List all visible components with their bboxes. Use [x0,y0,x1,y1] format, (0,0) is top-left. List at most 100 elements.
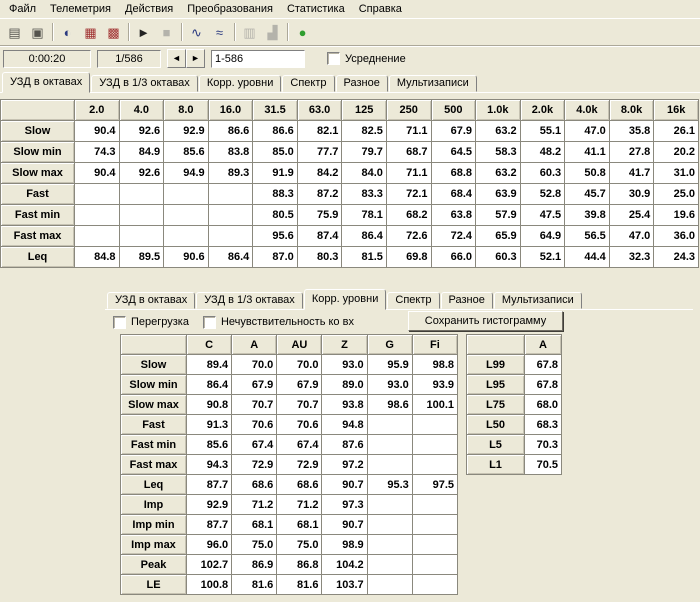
tab-corrected-levels[interactable]: Корр. уровни [304,289,387,310]
clock-icon[interactable]: ◐ [56,21,79,44]
next-record-button[interactable]: ► [186,49,205,68]
column-header: 2.0 [75,100,120,121]
corr-tab-strip: УЗД в октавахУЗД в 1/3 октавахКорр. уров… [105,288,693,310]
value-cell [164,205,209,226]
value-cell: 96.0 [187,535,232,555]
value-cell: 60.3 [476,247,521,268]
copy-icon[interactable]: ▣ [26,21,49,44]
range-input[interactable] [211,50,305,68]
main-tab-strip: УЗД в октавахУЗД в 1/3 октавахКорр. уров… [0,71,700,93]
value-cell: 70.6 [277,415,322,435]
row-label: Slow min [121,375,187,395]
table-row: Fast88.387.283.372.168.463.952.845.730.9… [1,184,699,205]
value-cell: 89.5 [119,247,164,268]
value-cell: 87.0 [253,247,298,268]
value-cell: 102.7 [187,555,232,575]
play-to-end-icon[interactable]: ► [132,21,155,44]
column-header: AU [277,335,322,355]
tab-misc[interactable]: Разное [336,75,388,92]
menu-help[interactable]: Справка [352,2,409,16]
value-cell: 63.2 [476,121,521,142]
column-header: Fi [412,335,457,355]
value-cell [208,205,253,226]
save-histogram-button[interactable]: Сохранить гистограмму [408,311,563,331]
value-cell: 27.8 [609,142,654,163]
value-cell: 70.0 [232,355,277,375]
averaging-label: Усреднение [345,53,406,65]
value-cell: 67.4 [232,435,277,455]
value-cell: 93.0 [322,355,367,375]
menu-statistics[interactable]: Статистика [280,2,352,16]
status-led-icon[interactable]: ● [291,21,314,44]
value-cell [119,205,164,226]
value-cell: 70.3 [525,435,562,455]
value-cell: 89.0 [322,375,367,395]
sine-wave-icon[interactable]: ∿ [185,21,208,44]
table-row: Slow89.470.070.093.095.998.8 [121,355,458,375]
toolbar-separator [52,23,53,41]
value-cell: 85.6 [187,435,232,455]
value-cell [367,555,412,575]
value-cell: 90.8 [187,395,232,415]
value-cell: 68.1 [277,515,322,535]
insensitivity-checkbox[interactable]: Нечувствительность ко вх [203,316,354,329]
open-document-icon[interactable]: ▤ [3,21,26,44]
menu-actions[interactable]: Действия [118,2,180,16]
tab-spl-third-octaves[interactable]: УЗД в 1/3 октавах [91,75,198,92]
checkbox-box-icon [327,52,340,65]
toolbar: ▤▣◐▦▩►■∿≈▥▟● [0,18,700,46]
tab-misc[interactable]: Разное [441,292,493,309]
tab-spectrum[interactable]: Спектр [387,292,439,309]
column-header: 250 [386,100,431,121]
value-cell: 86.4 [208,247,253,268]
value-cell: 81.6 [232,575,277,595]
menu-telemetry[interactable]: Телеметрия [43,2,118,16]
table-row: L9567.8 [467,375,562,395]
value-cell: 68.3 [525,415,562,435]
table-row: Fast91.370.670.694.8 [121,415,458,435]
waveform-icon[interactable]: ≈ [208,21,231,44]
value-cell: 72.9 [277,455,322,475]
tab-corrected-levels[interactable]: Корр. уровни [199,75,282,92]
tab-spectrum[interactable]: Спектр [282,75,334,92]
value-cell: 47.5 [520,205,565,226]
tab-multirecords[interactable]: Мультизаписи [389,75,477,92]
save-icon[interactable]: ▦ [79,21,102,44]
menu-file[interactable]: Файл [2,2,43,16]
prev-record-button[interactable]: ◄ [167,49,186,68]
save-all-icon[interactable]: ▩ [102,21,125,44]
checkbox-box-icon [113,316,126,329]
value-cell [412,495,457,515]
table-row: Imp min87.768.168.190.7 [121,515,458,535]
value-cell: 98.6 [367,395,412,415]
value-cell: 93.9 [412,375,457,395]
menu-transforms[interactable]: Преобразования [180,2,280,16]
column-header: 63.0 [297,100,342,121]
value-cell [412,575,457,595]
value-cell: 86.6 [253,121,298,142]
value-cell [367,575,412,595]
averaging-checkbox[interactable]: Усреднение [327,52,406,65]
value-cell: 92.9 [187,495,232,515]
tab-spl-octaves[interactable]: УЗД в октавах [107,292,195,309]
value-cell: 94.8 [322,415,367,435]
column-header: 125 [342,100,387,121]
value-cell: 84.8 [75,247,120,268]
value-cell [412,415,457,435]
tab-multirecords[interactable]: Мультизаписи [494,292,582,309]
value-cell: 84.2 [297,163,342,184]
tab-spl-octaves[interactable]: УЗД в октавах [2,72,90,93]
corr-tables-row: CAAUZGFiSlow89.470.070.093.095.998.8Slow… [105,334,693,595]
column-header: 31.5 [253,100,298,121]
value-cell: 85.6 [164,142,209,163]
overload-checkbox[interactable]: Перегрузка [113,316,189,329]
header-row: 2.04.08.016.031.563.01252505001.0k2.0k4.… [1,100,699,121]
table-row: Peak102.786.986.8104.2 [121,555,458,575]
value-cell: 72.9 [232,455,277,475]
table-row: Slow max90.870.770.793.898.6100.1 [121,395,458,415]
value-cell: 89.4 [187,355,232,375]
value-cell: 68.1 [232,515,277,535]
value-cell: 48.2 [520,142,565,163]
value-cell: 90.6 [164,247,209,268]
tab-spl-third-octaves[interactable]: УЗД в 1/3 октавах [196,292,303,309]
